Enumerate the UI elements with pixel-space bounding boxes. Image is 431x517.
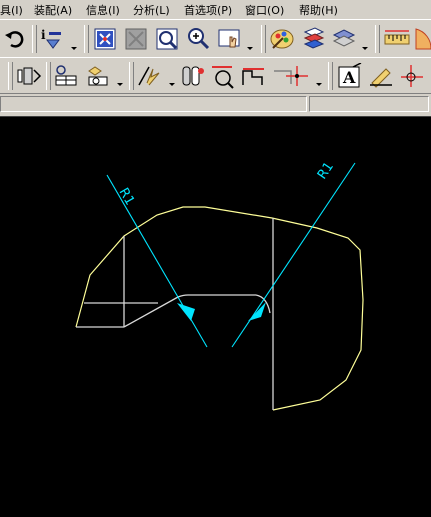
sketch-icon[interactable] (15, 64, 42, 88)
protractor-icon[interactable] (414, 27, 431, 51)
toolbar-sketch: A (0, 57, 431, 94)
zoom-icon[interactable] (186, 26, 210, 50)
refresh-view-icon[interactable] (124, 27, 148, 51)
pan-icon[interactable] (218, 27, 242, 51)
toolbar-grip (32, 25, 37, 53)
fit-view-icon[interactable] (93, 27, 117, 51)
dropdown-arrow-icon[interactable] (247, 47, 253, 50)
layers-icon[interactable] (331, 26, 356, 50)
toolbar-grip (261, 25, 266, 53)
svg-text:i: i (41, 28, 46, 42)
information-icon[interactable]: i (39, 26, 63, 50)
dropdown-arrow-icon[interactable] (117, 83, 123, 86)
dropdown-arrow-icon[interactable] (362, 47, 368, 50)
undo-icon[interactable] (3, 27, 27, 51)
status-field (309, 96, 429, 112)
menu-assembly[interactable]: 装配(A) (34, 2, 72, 18)
text-icon[interactable]: A (337, 62, 362, 88)
toolbar-grip (84, 25, 89, 53)
zoom-window-icon[interactable] (155, 27, 179, 51)
status-field (0, 96, 307, 112)
show-hide-icon[interactable] (301, 26, 325, 50)
render-style-icon[interactable] (269, 26, 294, 50)
status-row (0, 93, 431, 115)
toolbar-grip (8, 62, 13, 90)
origin-icon[interactable] (399, 63, 423, 87)
dropdown-arrow-icon[interactable] (71, 47, 77, 50)
sketch-outline (75, 206, 364, 411)
graphics-canvas[interactable]: R1 R1 (0, 117, 431, 517)
menu-window[interactable]: 窗口(O) (245, 2, 284, 18)
menu-tools[interactable]: 具(I) (0, 2, 23, 18)
drawing-svg: R1 R1 (75, 159, 364, 411)
menu-information[interactable]: 信息(I) (86, 2, 120, 18)
svg-text:A: A (342, 68, 356, 87)
point-icon[interactable] (284, 63, 308, 87)
dimension-label-left[interactable]: R1 (116, 186, 138, 208)
constraint-icon[interactable] (85, 63, 109, 87)
edit-icon[interactable] (368, 63, 392, 88)
toolbar-grip (129, 62, 134, 90)
offset-icon[interactable] (210, 63, 234, 89)
ruler-icon[interactable] (384, 27, 410, 51)
radius-dimension-right (231, 162, 356, 348)
fillet-icon[interactable] (240, 63, 264, 87)
dropdown-arrow-icon[interactable] (169, 83, 175, 86)
dropdown-arrow-icon[interactable] (316, 83, 322, 86)
toolbar-grip (328, 62, 333, 90)
menu-help[interactable]: 帮助(H) (299, 2, 338, 18)
dimension-icon[interactable] (180, 63, 204, 87)
toolbar-view: i (0, 19, 431, 58)
menu-analysis[interactable]: 分析(L) (133, 2, 170, 18)
quick-trim-icon[interactable] (137, 63, 161, 87)
toolbar-grip (375, 25, 380, 53)
solid-geometry (76, 218, 274, 410)
toolbar-grip (46, 62, 51, 90)
menu-bar: 具(I) 装配(A) 信息(I) 分析(L) 首选项(P) 窗口(O) 帮助(H… (0, 0, 431, 19)
profile-icon[interactable] (53, 63, 77, 87)
menu-preferences[interactable]: 首选项(P) (184, 2, 232, 18)
dimension-label-right[interactable]: R1 (315, 159, 337, 182)
